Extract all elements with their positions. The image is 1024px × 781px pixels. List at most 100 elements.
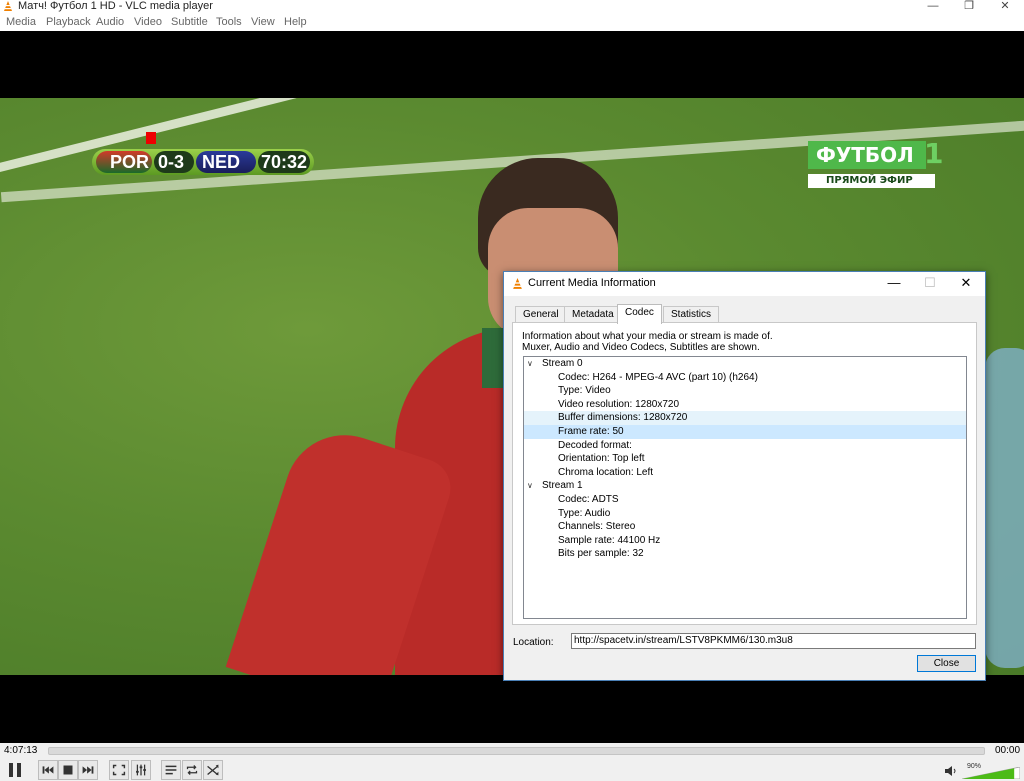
codec-property-row[interactable]: Decoded format: xyxy=(524,439,966,453)
channel-name: ФУТБОЛ xyxy=(816,143,914,167)
location-label: Location: xyxy=(513,637,554,648)
pause-icon xyxy=(9,763,21,777)
codec-property-row[interactable]: Video resolution: 1280x720 xyxy=(524,398,966,412)
score: 0-3 xyxy=(158,152,185,172)
playlist-button[interactable] xyxy=(161,760,181,780)
codec-panel: Information about what your media or str… xyxy=(512,322,977,625)
playlist-icon xyxy=(165,765,177,775)
menu-media[interactable]: Media xyxy=(6,16,36,29)
dialog-close-x-button[interactable]: ✕ xyxy=(952,275,980,293)
stream-node[interactable]: ∨ Stream 0 xyxy=(524,357,966,371)
codec-property-text: Decoded format: xyxy=(558,439,632,451)
stop-button[interactable] xyxy=(58,760,78,780)
next-icon xyxy=(82,766,94,774)
codec-property-text: Buffer dimensions: 1280x720 xyxy=(558,412,688,424)
live-caption: ПРЯМОЙ ЭФИР xyxy=(826,175,913,186)
tab-general[interactable]: General xyxy=(515,306,567,323)
red-card-indicator xyxy=(146,132,156,144)
extended-settings-button[interactable] xyxy=(131,760,151,780)
scorebug: POR 0-3 NED 70:32 xyxy=(92,132,314,176)
codec-property-row[interactable]: Bits per sample: 32 xyxy=(524,547,966,561)
codec-property-text: Video resolution: 1280x720 xyxy=(558,398,680,410)
match-clock: 70:32 xyxy=(261,152,308,172)
codec-property-text: Sample rate: 44100 Hz xyxy=(558,534,661,546)
stream-label: Stream 0 xyxy=(542,358,583,369)
codec-tree[interactable]: ∨ Stream 0 Codec: H264 - MPEG-4 AVC (part … xyxy=(523,356,967,619)
codec-property-text: Codec: H264 - MPEG-4 AVC (part 10) (h264… xyxy=(558,371,758,383)
codec-property-row[interactable]: Type: Video xyxy=(524,384,966,398)
seek-slider[interactable] xyxy=(48,747,985,755)
away-team: NED xyxy=(202,152,241,172)
channel-number: 1 xyxy=(924,137,944,170)
codec-info-text: Information about what your media or str… xyxy=(522,331,773,353)
dialog-title: Current Media Information xyxy=(528,277,656,289)
codec-property-row[interactable]: Sample rate: 44100 Hz xyxy=(524,534,966,548)
seek-bar-row: 4:07:13 00:00 xyxy=(0,743,1024,759)
codec-property-text: Frame rate: 50 xyxy=(558,426,624,437)
codec-property-row[interactable]: Frame rate: 50 xyxy=(524,425,966,439)
volume-slider[interactable] xyxy=(962,767,1020,779)
minimize-icon: — xyxy=(927,0,939,12)
stream-label: Stream 1 xyxy=(542,480,583,492)
controls-bar: 90% xyxy=(0,759,1024,781)
menu-view[interactable]: View xyxy=(251,16,275,29)
shuffle-icon xyxy=(207,764,219,776)
menu-tools[interactable]: Tools xyxy=(216,16,242,29)
codec-property-text: Type: Video xyxy=(558,385,611,397)
shuffle-button[interactable] xyxy=(203,760,223,780)
vlc-cone-icon xyxy=(513,278,522,289)
menu-playback[interactable]: Playback xyxy=(46,16,91,29)
codec-property-row[interactable]: Codec: ADTS xyxy=(524,493,966,507)
stream-node[interactable]: ∨ Stream 1 xyxy=(524,479,966,493)
codec-property-text: Orientation: Top left xyxy=(558,453,645,465)
previous-icon xyxy=(42,766,54,774)
minimize-icon: — xyxy=(887,275,901,290)
elapsed-time: 4:07:13 xyxy=(4,745,38,756)
codec-property-text: Codec: ADTS xyxy=(558,494,619,505)
restore-icon: ❐ xyxy=(964,0,974,12)
codec-property-text: Type: Audio xyxy=(558,507,611,519)
info-line: Muxer, Audio and Video Codecs, Subtitles… xyxy=(522,342,760,353)
loop-icon xyxy=(186,765,198,775)
menu-audio[interactable]: Audio xyxy=(96,16,124,29)
menu-bar: Media Playback Audio Video Subtitle Tool… xyxy=(0,14,1024,31)
location-field[interactable]: http://spacetv.in/stream/LSTV8PKMM6/130.… xyxy=(571,633,976,649)
codec-property-text: Channels: Stereo xyxy=(558,521,636,533)
dialog-minimize-button[interactable]: — xyxy=(880,275,908,293)
vlc-cone-icon xyxy=(4,1,12,11)
codec-property-row[interactable]: Chroma location: Left xyxy=(524,466,966,480)
codec-property-row[interactable]: Orientation: Top left xyxy=(524,452,966,466)
fullscreen-button[interactable] xyxy=(109,760,129,780)
codec-property-text: Bits per sample: 32 xyxy=(558,548,644,560)
codec-property-row[interactable]: Codec: H264 - MPEG-4 AVC (part 10) (h264… xyxy=(524,371,966,385)
background-player xyxy=(985,348,1024,668)
next-button[interactable] xyxy=(78,760,98,780)
menu-subtitle[interactable]: Subtitle xyxy=(171,16,208,29)
media-info-dialog: Current Media Information — ☐ ✕ General … xyxy=(503,271,986,681)
close-button[interactable]: Close xyxy=(917,655,976,672)
fullscreen-icon xyxy=(112,764,126,776)
codec-property-row[interactable]: Channels: Stereo xyxy=(524,520,966,534)
stop-icon xyxy=(63,765,73,775)
equalizer-icon xyxy=(136,764,146,776)
previous-button[interactable] xyxy=(38,760,58,780)
dialog-maximize-button[interactable]: ☐ xyxy=(916,275,944,293)
tab-codec[interactable]: Codec xyxy=(617,304,662,324)
pause-button[interactable] xyxy=(4,760,26,780)
expand-arrow-icon[interactable]: ∨ xyxy=(527,479,537,493)
menu-video[interactable]: Video xyxy=(134,16,162,29)
tab-statistics[interactable]: Statistics xyxy=(663,306,720,323)
close-window-button[interactable]: ✕ xyxy=(982,0,1024,14)
dialog-title-bar: Current Media Information — ☐ ✕ xyxy=(504,272,985,296)
speaker-icon[interactable] xyxy=(944,765,958,777)
codec-property-row[interactable]: Type: Audio xyxy=(524,507,966,521)
window-title: Матч! Футбол 1 HD - VLC media player xyxy=(18,0,213,12)
menu-help[interactable]: Help xyxy=(284,16,307,29)
codec-property-row[interactable]: Buffer dimensions: 1280x720 xyxy=(524,411,966,425)
remaining-time[interactable]: 00:00 xyxy=(995,745,1020,756)
loop-button[interactable] xyxy=(182,760,202,780)
tab-metadata[interactable]: Metadata xyxy=(564,306,622,323)
title-bar: Матч! Футбол 1 HD - VLC media player — ❐… xyxy=(0,0,1024,14)
expand-arrow-icon[interactable]: ∨ xyxy=(527,357,537,371)
channel-logo: ФУТБОЛ 1 ПРЯМОЙ ЭФИР xyxy=(808,139,943,191)
